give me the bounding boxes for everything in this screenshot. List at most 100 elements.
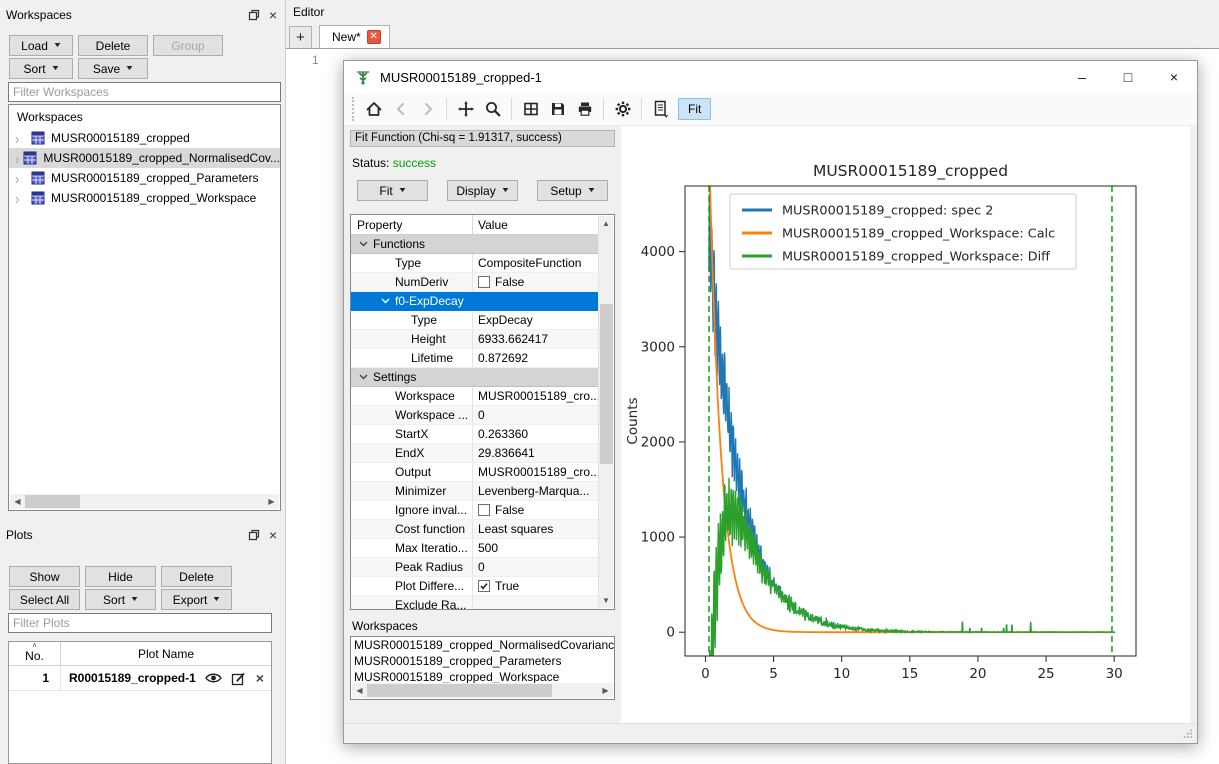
plot-list-row[interactable]: 1R00015189_cropped-1× [9,666,271,691]
filter-workspaces-input[interactable] [8,82,281,102]
scroll-right-icon[interactable]: ▶ [264,497,279,506]
property-row-startx[interactable]: StartX0.263360 [351,425,599,444]
customize-gear-icon[interactable] [609,96,636,123]
fit-panel-fit-button[interactable]: Fit▼ [357,180,428,201]
plots-dock: Plots × ShowHideDelete Select AllSort▼Ex… [0,520,285,764]
fit-workspaces-hscrollbar[interactable]: ◀ ▶ [352,683,613,698]
expand-chevron-icon[interactable]: › [15,189,29,207]
property-section-functions[interactable]: Functions [351,235,599,254]
fit-property-browser: Fit Function (Chi-sq = 1.91317, success)… [344,126,621,723]
plots-hide-button[interactable]: Hide [85,566,156,587]
workspace-tree-item[interactable]: ›MUSR00015189_cropped [9,128,280,148]
property-row-endx[interactable]: EndX29.836641 [351,444,599,463]
tab-close-icon[interactable]: ✕ [367,30,381,44]
property-row-exclude-ra[interactable]: Exclude Ra... [351,596,599,610]
collapse-chevron-icon[interactable] [381,298,390,304]
zoom-icon[interactable] [479,96,506,123]
expand-chevron-icon[interactable]: › [15,129,29,147]
plots-export-button[interactable]: Export▼ [161,589,232,610]
resize-grip-icon[interactable] [1182,728,1193,739]
fit-panel-setup-button[interactable]: Setup▼ [537,180,608,201]
scroll-left-icon[interactable]: ◀ [352,686,367,695]
property-row-height[interactable]: Height6933.662417 [351,330,599,349]
figure-titlebar[interactable]: MUSR00015189_cropped-1 – □ × [344,61,1197,93]
property-row-peak-radius[interactable]: Peak Radius0 [351,558,599,577]
save-icon[interactable] [544,96,571,123]
property-value: 500 [473,541,599,555]
rename-plot-icon[interactable] [231,671,246,686]
scroll-up-icon[interactable]: ▲ [599,216,613,231]
function-group-f0-expdecay[interactable]: f0-ExpDecay [351,292,599,311]
plots-select-all-button[interactable]: Select All [9,589,80,610]
property-label: Exclude Ra... [351,596,473,610]
home-icon[interactable] [360,96,387,123]
property-value-text: 0.872692 [478,351,528,365]
workspaces-delete-button[interactable]: Delete [78,35,148,56]
scroll-left-icon[interactable]: ◀ [10,497,25,506]
show-plot-eye-icon[interactable] [205,671,222,685]
close-plot-icon[interactable]: × [256,670,264,686]
expand-chevron-icon[interactable]: › [15,169,29,187]
property-row-type[interactable]: TypeCompositeFunction [351,254,599,273]
property-row-lifetime[interactable]: Lifetime0.872692 [351,349,599,368]
property-row-plot-differe[interactable]: Plot Differe...True [351,577,599,596]
property-grid-vscrollbar[interactable]: ▲ ▼ [598,216,613,608]
scroll-right-icon[interactable]: ▶ [598,686,613,695]
workspace-tree-item[interactable]: ›MUSR00015189_cropped_Parameters [9,168,280,188]
close-button[interactable]: × [1151,61,1197,93]
plots-show-button[interactable]: Show [9,566,80,587]
output-workspace-item[interactable]: MUSR00015189_cropped_Parameters [351,653,614,669]
tab-new[interactable]: New* ✕ [319,25,390,48]
property-row-workspace[interactable]: Workspace ...0 [351,406,599,425]
plot-canvas[interactable]: 05101520253001000200030004000MUSR0001518… [621,126,1190,723]
collapse-chevron-icon[interactable] [359,374,368,380]
close-dock-icon[interactable]: × [269,9,277,21]
output-workspace-item[interactable]: MUSR00015189_cropped_NormalisedCovarianc [351,637,614,653]
workspaces-sort-button[interactable]: Sort▼ [9,58,73,79]
table-workspace-icon [31,131,45,145]
new-tab-button[interactable]: + [289,26,312,48]
subplots-icon[interactable] [517,96,544,123]
workspaces-group-button[interactable]: Group [153,35,223,56]
plots-delete-button[interactable]: Delete [161,566,232,587]
workspace-tree-item[interactable]: ›MUSR00015189_cropped_Workspace [9,188,280,208]
column-header-no[interactable]: ∧ No. [9,642,61,665]
property-row-ignore-inval[interactable]: Ignore inval...False [351,501,599,520]
muon-fit-plot[interactable]: 05101520253001000200030004000MUSR0001518… [621,126,1190,723]
column-header-plot-name[interactable]: Plot Name [61,642,271,665]
workspaces-tree-hscrollbar[interactable]: ◀ ▶ [10,494,279,509]
generate-script-icon[interactable] [647,96,674,123]
maximize-button[interactable]: □ [1105,61,1151,93]
workspace-tree-item[interactable]: ›MUSR00015189_cropped_NormalisedCov... [9,148,280,168]
float-dock-icon[interactable] [248,9,260,21]
expand-chevron-icon[interactable]: › [15,149,21,167]
plots-sort-button[interactable]: Sort▼ [85,589,156,610]
property-section-settings[interactable]: Settings [351,368,599,387]
checkbox-checked[interactable] [478,580,490,592]
property-row-type[interactable]: TypeExpDecay [351,311,599,330]
property-row-cost-function[interactable]: Cost functionLeast squares [351,520,599,539]
scroll-down-icon[interactable]: ▼ [599,593,613,608]
property-row-numderiv[interactable]: NumDerivFalse [351,273,599,292]
workspaces-load-button[interactable]: Load▼ [9,35,73,56]
pan-icon[interactable] [452,96,479,123]
forward-icon[interactable] [414,96,441,123]
property-row-minimizer[interactable]: MinimizerLevenberg-Marqua... [351,482,599,501]
minimize-button[interactable]: – [1059,61,1105,93]
back-icon[interactable] [387,96,414,123]
fit-panel-display-button[interactable]: Display▼ [447,180,518,201]
toolbar-grip[interactable] [352,97,354,121]
close-dock-icon[interactable]: × [269,529,277,541]
property-row-output[interactable]: OutputMUSR00015189_cro... [351,463,599,482]
print-icon[interactable] [571,96,598,123]
filter-plots-input[interactable] [8,613,272,633]
collapse-chevron-icon[interactable] [359,241,368,247]
plot-legend[interactable]: MUSR00015189_cropped: spec 2MUSR00015189… [730,194,1076,269]
fit-toggle-button[interactable]: Fit [678,98,711,120]
checkbox-unchecked[interactable] [478,504,490,516]
property-row-workspace[interactable]: WorkspaceMUSR00015189_cro... [351,387,599,406]
checkbox-unchecked[interactable] [478,276,490,288]
property-row-max-iteratio[interactable]: Max Iteratio...500 [351,539,599,558]
float-dock-icon[interactable] [248,529,260,541]
workspaces-save-button[interactable]: Save▼ [78,58,148,79]
